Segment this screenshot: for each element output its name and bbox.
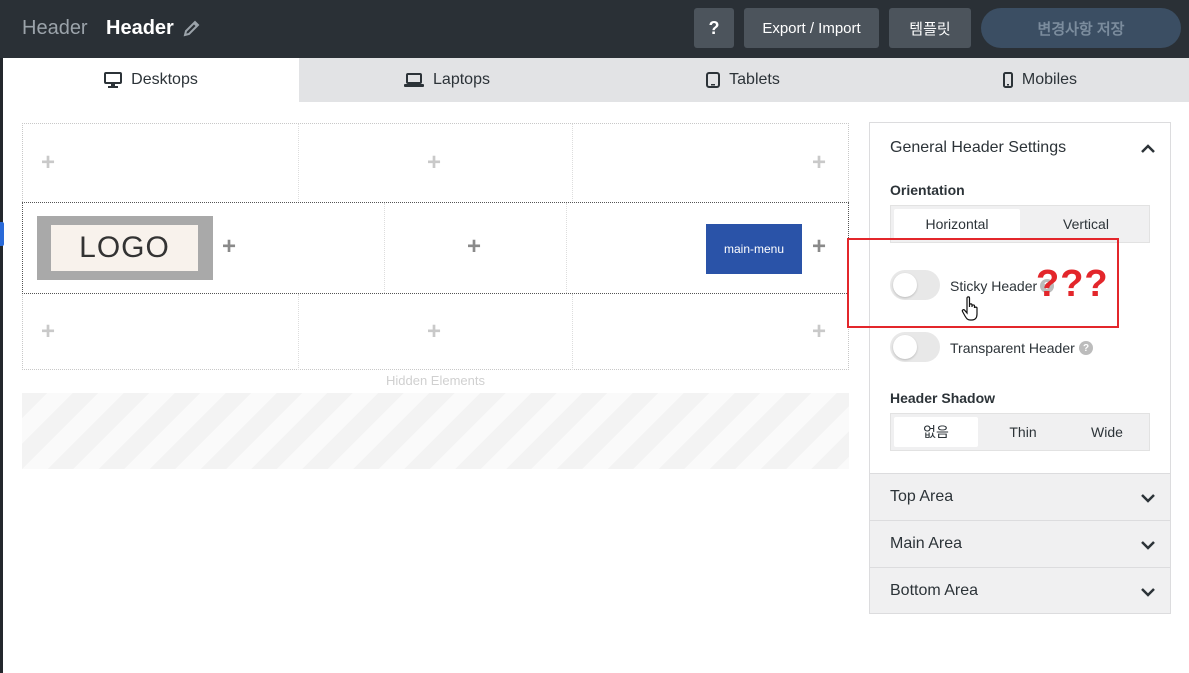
add-element-button[interactable]: + xyxy=(812,320,826,344)
chevron-up-icon[interactable] xyxy=(1140,141,1156,157)
main-menu-element[interactable]: main-menu xyxy=(706,224,802,274)
template-button[interactable]: 템플릿 xyxy=(889,8,971,48)
column-divider xyxy=(572,124,573,201)
orientation-vertical[interactable]: Vertical xyxy=(1023,206,1149,242)
orientation-label: Orientation xyxy=(890,182,965,198)
add-element-button[interactable]: + xyxy=(812,151,826,175)
tab-desktops[interactable]: Desktops xyxy=(3,58,299,102)
tab-label: Desktops xyxy=(131,71,198,88)
transparent-header-label: Transparent Header xyxy=(950,340,1075,356)
panel-title: General Header Settings xyxy=(890,139,1067,156)
export-import-button[interactable]: Export / Import xyxy=(744,8,879,48)
add-element-button[interactable]: + xyxy=(812,235,826,259)
hand-cursor-icon xyxy=(961,296,978,321)
add-element-button[interactable]: + xyxy=(41,151,55,175)
page-title: Header xyxy=(106,17,174,39)
shadow-thin[interactable]: Thin xyxy=(981,414,1065,450)
add-element-button[interactable]: + xyxy=(467,235,481,259)
add-element-button[interactable]: + xyxy=(427,151,441,175)
tab-label: Tablets xyxy=(729,71,780,88)
header-shadow-selector: 없음 Thin Wide xyxy=(890,413,1150,451)
transparent-header-toggle[interactable] xyxy=(890,332,940,362)
column-divider xyxy=(298,124,299,201)
shadow-none[interactable]: 없음 xyxy=(894,417,978,447)
save-changes-button[interactable]: 변경사항 저장 xyxy=(981,8,1181,48)
hidden-elements-label: Hidden Elements xyxy=(386,373,485,388)
chevron-down-icon xyxy=(1141,541,1155,550)
tablet-icon xyxy=(706,72,721,88)
top-row: + + + xyxy=(23,124,848,201)
mobile-icon xyxy=(1002,72,1013,88)
add-element-button[interactable]: + xyxy=(41,320,55,344)
accordion-bottom-area[interactable]: Bottom Area xyxy=(870,567,1170,613)
breadcrumb: Header xyxy=(22,17,88,39)
desktop-icon xyxy=(104,72,123,88)
accordion-label: Top Area xyxy=(890,488,954,505)
header-shadow-label: Header Shadow xyxy=(890,390,996,406)
laptop-icon xyxy=(404,73,425,87)
toggle-knob xyxy=(893,335,917,359)
tab-laptops[interactable]: Laptops xyxy=(299,58,595,102)
accordion-label: Main Area xyxy=(890,535,963,552)
column-divider xyxy=(572,294,573,370)
left-edge-tab[interactable] xyxy=(0,222,4,246)
help-icon[interactable]: ? xyxy=(1079,341,1093,355)
column-divider xyxy=(384,203,385,293)
top-bar: Header Header ? Export / Import 템플릿 변경사항… xyxy=(0,0,1189,58)
tab-mobiles[interactable]: Mobiles xyxy=(891,58,1189,102)
column-divider xyxy=(298,294,299,370)
bottom-row: + + + xyxy=(23,294,848,370)
tab-label: Laptops xyxy=(433,71,490,88)
settings-panel: General Header Settings Orientation Hori… xyxy=(869,122,1171,614)
logo-element[interactable]: LOGO xyxy=(37,216,213,280)
help-button[interactable]: ? xyxy=(694,8,734,48)
tab-tablets[interactable]: Tablets xyxy=(595,58,891,102)
chevron-down-icon xyxy=(1141,494,1155,503)
main-row: LOGO + + main-menu + xyxy=(22,202,849,294)
shadow-wide[interactable]: Wide xyxy=(1065,414,1149,450)
accordion-main-area[interactable]: Main Area xyxy=(870,520,1170,567)
header-builder-grid: + + + LOGO + + main-menu + + + + xyxy=(22,123,849,370)
pencil-icon[interactable] xyxy=(183,19,201,37)
hidden-elements-area[interactable] xyxy=(22,393,849,469)
add-element-button[interactable]: + xyxy=(427,320,441,344)
device-tabs: Desktops Laptops Tablets Mobiles xyxy=(3,58,1189,102)
column-divider xyxy=(566,203,567,293)
chevron-down-icon xyxy=(1141,588,1155,597)
orientation-horizontal[interactable]: Horizontal xyxy=(894,209,1020,239)
tab-label: Mobiles xyxy=(1021,71,1078,88)
annotation-question-marks: ??? xyxy=(1036,263,1109,305)
accordion-label: Bottom Area xyxy=(890,582,979,599)
accordion-top-area[interactable]: Top Area xyxy=(870,473,1170,520)
logo-text: LOGO xyxy=(51,225,198,271)
add-element-button[interactable]: + xyxy=(222,235,236,259)
